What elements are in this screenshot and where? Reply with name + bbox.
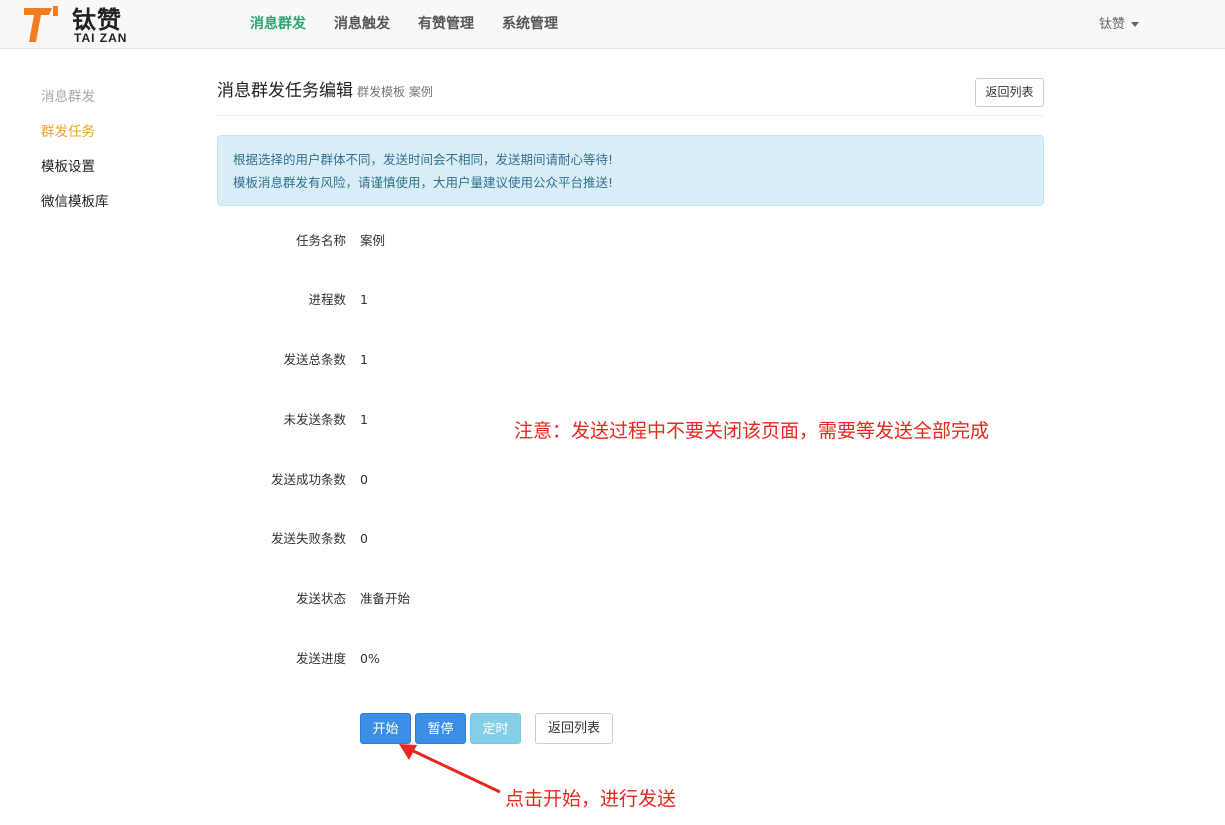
brand-name-cn: 钛赞 <box>72 6 122 34</box>
brand-name-en: TAI ZAN <box>74 31 128 45</box>
field-process-count: 进程数 1 <box>217 290 817 310</box>
field-task-name: 任务名称 案例 <box>217 231 817 251</box>
field-value: 案例 <box>360 233 386 248</box>
caret-down-icon <box>1131 22 1139 27</box>
field-send-progress: 发送进度 0% <box>217 649 817 669</box>
field-label: 发送成功条数 <box>270 472 346 487</box>
field-value: 准备开始 <box>360 591 411 606</box>
field-label: 任务名称 <box>295 233 346 248</box>
field-label: 发送进度 <box>295 651 346 666</box>
field-value: 0 <box>360 472 368 487</box>
sidebar-item-templates[interactable]: 模板设置 <box>41 152 181 187</box>
brand-logo[interactable]: 钛赞 TAI ZAN <box>22 2 152 46</box>
field-total-count: 发送总条数 1 <box>217 350 817 370</box>
field-label: 未发送条数 <box>283 412 346 427</box>
field-success-count: 发送成功条数 0 <box>217 470 817 490</box>
arrow-annotation-icon <box>399 744 501 794</box>
user-menu[interactable]: 钛赞 <box>1099 0 1139 49</box>
field-failed-count: 发送失败条数 0 <box>217 529 817 549</box>
sidebar-heading: 消息群发 <box>41 89 95 105</box>
hint-annotation: 点击开始，进行发送 <box>505 788 677 810</box>
field-send-status: 发送状态 准备开始 <box>217 589 817 609</box>
task-form: 任务名称 案例 进程数 1 发送总条数 1 未发送条数 1 发送成功条数 0 发… <box>217 0 1044 825</box>
sidebar-item-wechat-library[interactable]: 微信模板库 <box>41 187 181 222</box>
field-value: 0 <box>360 531 368 546</box>
field-label: 进程数 <box>308 292 346 307</box>
field-value: 1 <box>360 412 368 427</box>
logo-t-icon <box>24 6 58 42</box>
field-value: 1 <box>360 292 368 307</box>
field-value: 1 <box>360 352 368 367</box>
warning-annotation: 注意：发送过程中不要关闭该页面，需要等发送全部完成 <box>514 420 990 442</box>
sidebar-item-tasks[interactable]: 群发任务 <box>41 117 181 152</box>
field-label: 发送总条数 <box>283 352 346 367</box>
sidebar: 消息群发 群发任务 模板设置 微信模板库 <box>41 82 181 222</box>
field-label: 发送状态 <box>295 591 346 606</box>
back-to-list-bottom-button[interactable]: 返回列表 <box>535 713 613 744</box>
field-label: 发送失败条数 <box>270 531 346 546</box>
user-name: 钛赞 <box>1098 17 1125 32</box>
field-value: 0% <box>360 651 380 666</box>
